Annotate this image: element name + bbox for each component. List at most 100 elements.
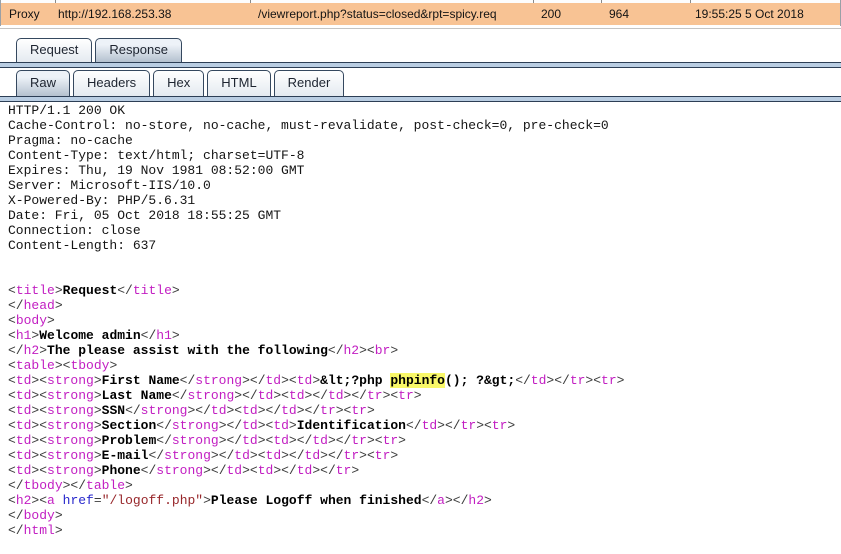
code-segment: </ <box>515 373 531 388</box>
code-segment: < <box>8 433 16 448</box>
tab-response[interactable]: Response <box>95 38 182 62</box>
response-header-line: Expires: Thu, 19 Nov 1981 08:52:00 GMT <box>8 163 841 178</box>
code-segment: td <box>273 433 289 448</box>
code-segment: </ <box>125 403 141 418</box>
search-highlight: phpinfo <box>390 373 445 388</box>
code-segment: body <box>24 508 55 523</box>
code-segment: Phone <box>102 463 141 478</box>
response-body-line: </html> <box>8 523 841 538</box>
code-segment: >< <box>31 403 47 418</box>
code-segment: strong <box>47 433 94 448</box>
panel-divider <box>0 28 841 29</box>
code-segment: tr <box>461 418 477 433</box>
response-body-line: <table><tbody> <box>8 358 841 373</box>
code-segment: table <box>16 358 55 373</box>
code-segment: > <box>39 343 47 358</box>
code-segment: Last Name <box>102 388 172 403</box>
code-segment: title <box>133 283 172 298</box>
code-segment: The please assist with the following <box>47 343 328 358</box>
code-segment: a <box>47 493 55 508</box>
code-segment: ></ <box>258 403 281 418</box>
code-segment: ></ <box>546 373 569 388</box>
code-segment: a <box>437 493 445 508</box>
history-col-time: 19:55:25 5 Oct 2018 <box>695 3 804 25</box>
tab-hex[interactable]: Hex <box>153 70 204 96</box>
code-segment: td <box>16 418 32 433</box>
history-col-url: /viewreport.php?status=closed&rpt=spicy.… <box>258 3 497 25</box>
code-segment: tr <box>351 433 367 448</box>
code-segment: > <box>312 373 320 388</box>
code-segment: html <box>24 523 55 538</box>
code-segment: h2 <box>468 493 484 508</box>
code-segment: >< <box>31 388 47 403</box>
code-segment: title <box>16 283 55 298</box>
code-segment: ></ <box>63 478 86 493</box>
code-segment: > <box>125 478 133 493</box>
code-segment: ></ <box>187 403 210 418</box>
code-segment: > <box>414 388 422 403</box>
code-segment: td <box>258 388 274 403</box>
code-segment: ></ <box>320 448 343 463</box>
response-body-line: <h2><a href="/logoff.php">Please Logoff … <box>8 493 841 508</box>
code-segment: > <box>94 403 102 418</box>
history-row-selected[interactable]: Proxy http://192.168.253.38 /viewreport.… <box>1 3 840 25</box>
tab-request[interactable]: Request <box>16 38 92 62</box>
response-header-line: Cache-Control: no-store, no-cache, must-… <box>8 118 841 133</box>
code-segment: ></ <box>219 433 242 448</box>
response-body-line: <h1>Welcome admin</h1> <box>8 328 841 343</box>
code-segment: tr <box>344 448 360 463</box>
code-segment: ></ <box>297 403 320 418</box>
code-segment: tr <box>375 448 391 463</box>
code-segment: > <box>390 343 398 358</box>
code-segment: >< <box>359 448 375 463</box>
response-body-line: </h2>The please assist with the followin… <box>8 343 841 358</box>
code-segment: > <box>94 388 102 403</box>
code-segment: > <box>203 493 211 508</box>
code-segment: h1 <box>16 328 32 343</box>
code-segment: > <box>94 418 102 433</box>
tab-raw[interactable]: Raw <box>16 70 70 96</box>
response-header-line: Content-Type: text/html; charset=UTF-8 <box>8 148 841 163</box>
code-segment: >< <box>31 433 47 448</box>
code-segment: > <box>172 328 180 343</box>
code-segment: head <box>24 298 55 313</box>
code-segment: td <box>281 403 297 418</box>
code-segment: </ <box>117 283 133 298</box>
view-strip-border <box>0 96 841 102</box>
code-segment: tr <box>601 373 617 388</box>
code-segment: strong <box>47 373 94 388</box>
code-segment: href <box>63 493 94 508</box>
code-segment: = <box>94 493 102 508</box>
code-segment: ></ <box>242 373 265 388</box>
code-segment: >< <box>31 448 47 463</box>
code-segment: td <box>305 448 321 463</box>
history-col-length: 964 <box>609 3 629 25</box>
code-segment: >< <box>258 418 274 433</box>
code-segment: ></ <box>328 433 351 448</box>
code-segment: h2 <box>344 343 360 358</box>
code-segment: td <box>16 448 32 463</box>
code-segment: h1 <box>156 328 172 343</box>
code-segment: </ <box>8 298 24 313</box>
tab-headers[interactable]: Headers <box>73 70 150 96</box>
code-segment: > <box>172 283 180 298</box>
code-segment: Welcome admin <box>39 328 140 343</box>
code-segment: td <box>242 403 258 418</box>
code-segment: (); ?&gt; <box>445 373 515 388</box>
code-segment: Problem <box>102 433 157 448</box>
code-segment: > <box>47 313 55 328</box>
tab-html[interactable]: HTML <box>207 70 270 96</box>
code-segment: ></ <box>234 388 257 403</box>
code-segment: "/logoff.php" <box>102 493 203 508</box>
code-segment: &lt;?php <box>320 373 390 388</box>
raw-response-viewer[interactable]: HTTP/1.1 200 OKCache-Control: no-store, … <box>8 103 841 538</box>
code-segment: strong <box>47 403 94 418</box>
code-segment: </ <box>8 478 24 493</box>
code-segment: </ <box>148 448 164 463</box>
code-segment: strong <box>187 388 234 403</box>
code-segment: ></ <box>437 418 460 433</box>
blank-line <box>8 253 841 268</box>
tab-render[interactable]: Render <box>274 70 345 96</box>
code-segment: td <box>242 418 258 433</box>
code-segment: ></ <box>273 463 296 478</box>
